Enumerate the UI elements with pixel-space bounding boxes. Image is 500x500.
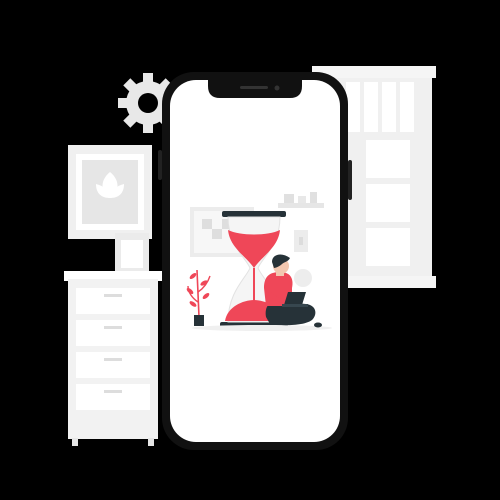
illustration	[64, 66, 436, 450]
camera-icon	[274, 85, 280, 91]
small-frame	[115, 233, 149, 275]
cabinet	[64, 271, 162, 446]
illustration-stage	[0, 0, 500, 500]
plant-frame-icon	[68, 145, 152, 239]
speaker-icon	[240, 86, 268, 89]
